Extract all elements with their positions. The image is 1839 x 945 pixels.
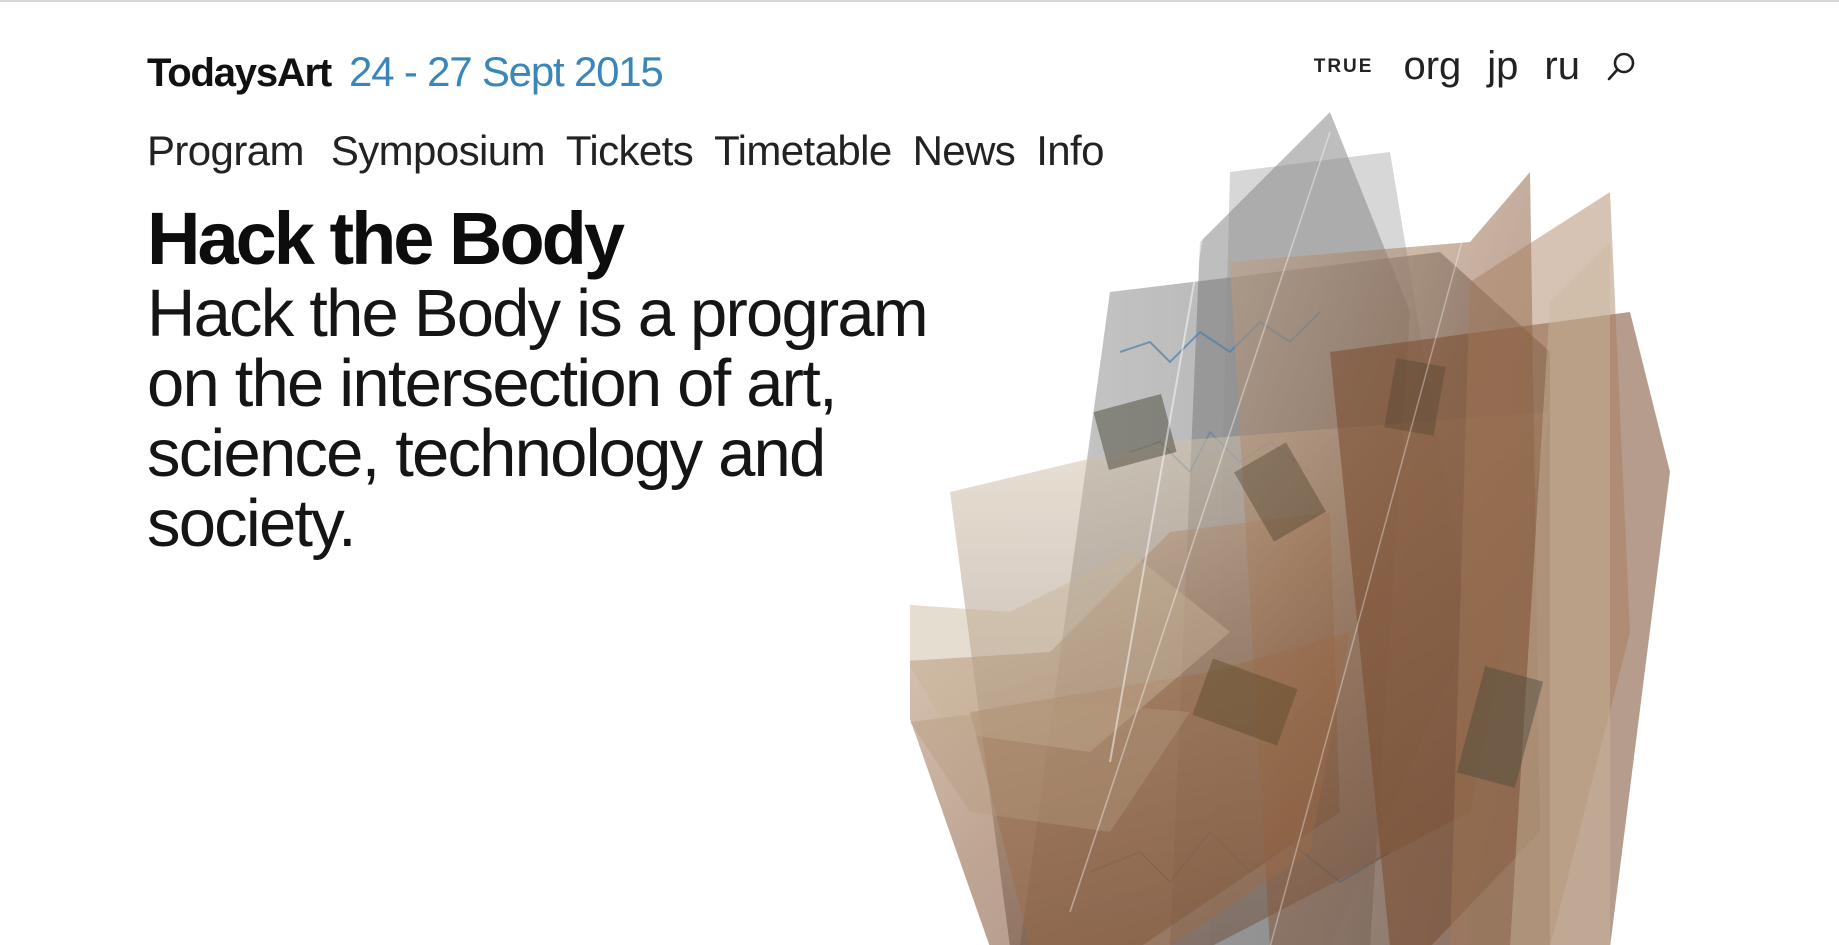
top-links: TRUE org jp ru bbox=[1314, 44, 1636, 89]
page: TodaysArt 24 - 27 Sept 2015 TRUE org jp … bbox=[0, 0, 1839, 945]
nav-item-symposium[interactable]: Symposium bbox=[331, 127, 546, 175]
nav-item-timetable[interactable]: Timetable bbox=[714, 127, 892, 175]
page-description: Hack the Body is a program on the inters… bbox=[147, 276, 929, 561]
lang-link-ru[interactable]: ru bbox=[1544, 44, 1580, 89]
nav-item-program[interactable]: Program bbox=[147, 127, 304, 175]
search-icon[interactable] bbox=[1606, 51, 1636, 83]
true-logo[interactable]: TRUE bbox=[1314, 56, 1374, 78]
site-header: TodaysArt 24 - 27 Sept 2015 bbox=[147, 48, 664, 96]
brand-logo[interactable]: TodaysArt bbox=[147, 51, 332, 96]
festival-dates: 24 - 27 Sept 2015 bbox=[349, 48, 664, 95]
nav-item-tickets[interactable]: Tickets bbox=[566, 127, 694, 175]
lang-link-org[interactable]: org bbox=[1403, 44, 1461, 89]
lang-link-jp[interactable]: jp bbox=[1487, 44, 1518, 89]
page-title: Hack the Body bbox=[147, 197, 625, 280]
hack-the-body-artwork bbox=[910, 112, 1670, 945]
